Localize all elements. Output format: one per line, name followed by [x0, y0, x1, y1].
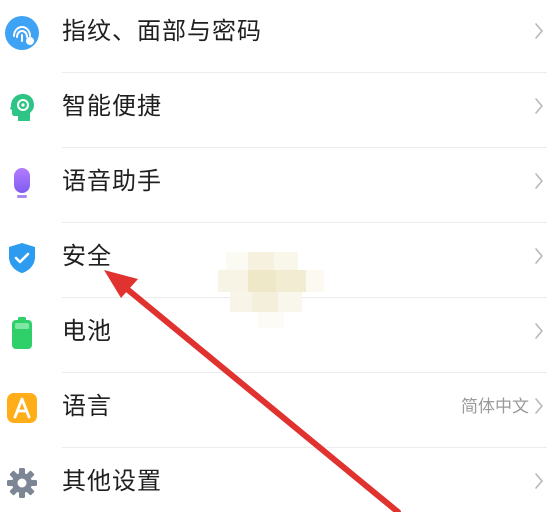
settings-item-voice-assistant[interactable]: 语音助手 [0, 148, 547, 223]
settings-item-label: 语音助手 [62, 167, 162, 195]
smart-head-icon [3, 89, 41, 127]
shield-icon [3, 239, 41, 277]
settings-item-label: 智能便捷 [62, 92, 162, 120]
language-icon [3, 389, 41, 427]
fingerprint-face-icon [3, 14, 41, 52]
chevron-right-icon [534, 247, 544, 265]
chevron-right-icon [534, 322, 544, 340]
chevron-right-icon [534, 172, 544, 190]
settings-item-smart-convenience[interactable]: 智能便捷 [0, 73, 547, 148]
battery-icon [3, 314, 41, 352]
settings-item-label: 语言 [62, 392, 112, 420]
settings-item-language[interactable]: 语言 简体中文 [0, 373, 547, 448]
settings-item-label: 其他设置 [62, 467, 162, 495]
settings-list: 指纹、面部与密码 智能便捷 语音助手 安全 电池 语言 简体中文 其他设置 [0, 0, 547, 512]
settings-item-label: 安全 [62, 242, 112, 270]
settings-item-label: 指纹、面部与密码 [62, 17, 262, 45]
settings-item-security[interactable]: 安全 [0, 223, 547, 298]
chevron-right-icon [534, 22, 544, 40]
chevron-right-icon [534, 397, 544, 415]
gear-icon [3, 464, 41, 502]
settings-item-label: 电池 [62, 317, 112, 345]
chevron-right-icon [534, 97, 544, 115]
current-language-value: 简体中文 [461, 397, 529, 417]
chevron-right-icon [534, 472, 544, 490]
voice-assistant-icon [3, 164, 41, 202]
settings-item-fingerprint-face-password[interactable]: 指纹、面部与密码 [0, 0, 547, 73]
settings-item-battery[interactable]: 电池 [0, 298, 547, 373]
